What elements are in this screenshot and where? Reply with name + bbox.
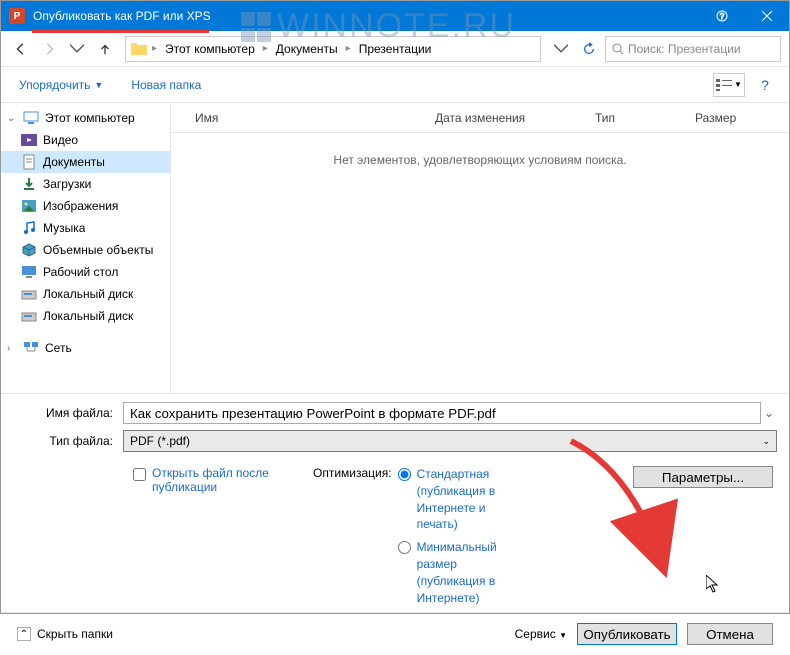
up-button[interactable] <box>93 37 117 61</box>
sidebar-item-pictures[interactable]: Изображения <box>1 195 170 217</box>
file-list[interactable]: Имя Дата изменения Тип Размер Нет элемен… <box>171 103 789 393</box>
optimize-label: Оптимизация: <box>313 466 392 608</box>
app-icon: P <box>9 8 25 24</box>
column-headers[interactable]: Имя Дата изменения Тип Размер <box>171 103 789 133</box>
breadcrumb-seg-presentations[interactable]: Презентации <box>353 37 438 61</box>
sidebar[interactable]: ⌄Этот компьютер Видео Документы Загрузки… <box>1 103 171 393</box>
chevron-right-icon[interactable]: ▸ <box>261 43 270 54</box>
forward-button[interactable] <box>37 37 61 61</box>
cancel-button[interactable]: Отмена <box>687 623 773 645</box>
music-icon <box>21 220 37 236</box>
search-icon <box>612 43 624 55</box>
disk-icon <box>21 308 37 324</box>
opt-minimum-radio[interactable]: Минимальный размер (публикация в Интерне… <box>398 539 513 606</box>
hide-folders-button[interactable]: ⌃ Скрыть папки <box>17 627 113 641</box>
refresh-menu[interactable] <box>549 37 573 61</box>
opt-standard-radio[interactable]: Стандартная (публикация в Интернете и пе… <box>398 466 513 533</box>
chevron-down-icon: ▼ <box>559 631 567 640</box>
breadcrumb-seg-pc[interactable]: Этот компьютер <box>159 37 261 61</box>
main-area: ⌄Этот компьютер Видео Документы Загрузки… <box>1 103 789 393</box>
bottom-panel: Имя файла: ⌄ Тип файла: PDF (*.pdf) ⌄ От… <box>1 393 789 612</box>
col-date[interactable]: Дата изменения <box>435 111 595 125</box>
breadcrumb-seg-docs[interactable]: Документы <box>270 37 344 61</box>
col-name[interactable]: Имя <box>195 111 435 125</box>
search-input[interactable]: Поиск: Презентации <box>605 36 781 62</box>
service-menu[interactable]: Сервис ▼ <box>515 627 567 641</box>
sidebar-item-downloads[interactable]: Загрузки <box>1 173 170 195</box>
title-underline-annotation <box>32 30 209 33</box>
sidebar-item-documents[interactable]: Документы <box>1 151 170 173</box>
sidebar-item-videos[interactable]: Видео <box>1 129 170 151</box>
new-folder-button[interactable]: Новая папка <box>125 74 207 96</box>
back-button[interactable] <box>9 37 33 61</box>
sidebar-item-disk-1[interactable]: Локальный диск <box>1 283 170 305</box>
sidebar-item-network[interactable]: ›Сеть <box>1 337 170 359</box>
chevron-down-icon: ▼ <box>94 80 103 90</box>
footer: ⌃ Скрыть папки Сервис ▼ Опубликовать Отм… <box>1 612 789 655</box>
nav-row: ▸ Этот компьютер ▸ Документы ▸ Презентац… <box>1 31 789 67</box>
help-icon[interactable]: ? <box>753 73 777 97</box>
filetype-select[interactable]: PDF (*.pdf) ⌄ <box>123 430 777 452</box>
filename-label: Имя файла: <box>13 406 123 420</box>
window-title: Опубликовать как PDF или XPS <box>33 9 699 23</box>
empty-message: Нет элементов, удовлетворяющих условиям … <box>171 153 789 167</box>
titlebar: P Опубликовать как PDF или XPS ? <box>1 1 789 31</box>
computer-icon <box>23 110 39 126</box>
document-icon <box>21 154 37 170</box>
search-placeholder: Поиск: Презентации <box>628 42 741 56</box>
picture-icon <box>21 198 37 214</box>
cube-icon <box>21 242 37 258</box>
network-icon <box>23 340 39 356</box>
chevron-up-icon: ⌃ <box>17 627 31 641</box>
sidebar-item-this-pc[interactable]: ⌄Этот компьютер <box>1 107 170 129</box>
help-button[interactable]: ? <box>699 1 744 31</box>
sidebar-item-music[interactable]: Музыка <box>1 217 170 239</box>
parameters-button[interactable]: Параметры... <box>633 466 773 488</box>
recent-menu[interactable] <box>65 37 89 61</box>
view-mode-button[interactable]: ▼ <box>713 73 745 97</box>
chevron-right-icon[interactable]: ▸ <box>344 43 353 54</box>
sidebar-item-desktop[interactable]: Рабочий стол <box>1 261 170 283</box>
organize-button[interactable]: Упорядочить▼ <box>13 74 109 96</box>
publish-button[interactable]: Опубликовать <box>577 623 677 645</box>
refresh-button[interactable] <box>577 37 601 61</box>
disk-icon <box>21 286 37 302</box>
desktop-icon <box>21 264 37 280</box>
video-icon <box>21 132 37 148</box>
col-size[interactable]: Размер <box>695 111 765 125</box>
svg-text:?: ? <box>719 12 724 21</box>
sidebar-item-disk-2[interactable]: Локальный диск <box>1 305 170 327</box>
col-type[interactable]: Тип <box>595 111 695 125</box>
filetype-label: Тип файла: <box>13 434 123 448</box>
chevron-down-icon: ⌄ <box>762 436 770 447</box>
toolbar: Упорядочить▼ Новая папка ▼ ? <box>1 67 789 103</box>
filename-input[interactable] <box>123 402 761 424</box>
sidebar-item-3d[interactable]: Объемные объекты <box>1 239 170 261</box>
chevron-right-icon[interactable]: ▸ <box>150 43 159 54</box>
open-after-checkbox[interactable]: Открыть файл после публикации <box>133 466 313 494</box>
folder-icon <box>128 39 150 59</box>
download-icon <box>21 176 37 192</box>
filename-dropdown[interactable]: ⌄ <box>761 406 777 420</box>
breadcrumb[interactable]: ▸ Этот компьютер ▸ Документы ▸ Презентац… <box>125 36 541 62</box>
close-button[interactable] <box>744 1 789 31</box>
